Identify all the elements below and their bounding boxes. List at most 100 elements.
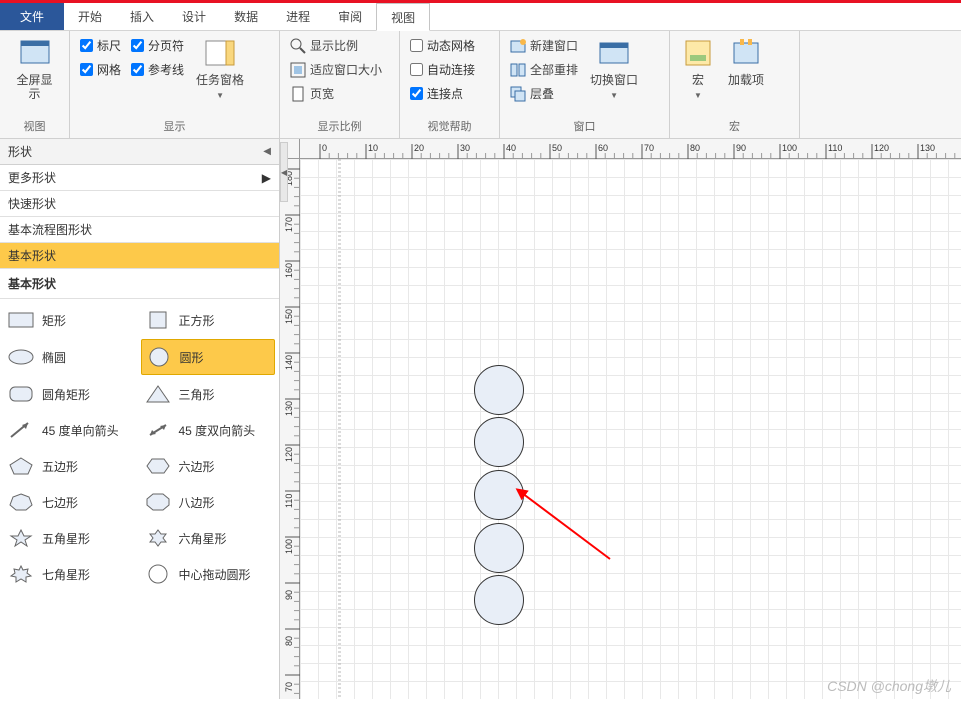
fullscreen-button[interactable]: 全屏显示	[8, 35, 61, 104]
octagon-icon	[145, 491, 171, 513]
checkbox-grid[interactable]: 网格	[78, 59, 123, 80]
shape-octagon[interactable]: 八边形	[141, 485, 276, 519]
checkbox-connpoints[interactable]: 连接点	[408, 83, 477, 104]
arrow-single-icon	[8, 419, 34, 441]
fit-icon	[290, 62, 306, 78]
svg-text:30: 30	[460, 143, 470, 153]
svg-text:130: 130	[920, 143, 935, 153]
tab-insert[interactable]: 插入	[116, 3, 168, 30]
page-width-button[interactable]: 页宽	[288, 83, 384, 104]
tab-process[interactable]: 进程	[272, 3, 324, 30]
heptagon-icon	[8, 491, 34, 513]
page-edge	[338, 159, 341, 699]
ribbon-tabs: 文件 开始 插入 设计 数据 进程 审阅 视图	[0, 3, 961, 31]
taskpane-icon	[204, 37, 236, 69]
dropdown-icon: ▼	[216, 91, 224, 101]
sidebar-item-basicshapes[interactable]: 基本形状	[0, 243, 279, 269]
svg-text:80: 80	[284, 636, 294, 646]
triangle-icon	[145, 383, 171, 405]
svg-text:120: 120	[284, 447, 294, 462]
square-icon	[145, 309, 171, 331]
sidebar-item-quickshapes[interactable]: 快速形状	[0, 191, 279, 217]
canvas-shape-circle-1[interactable]	[474, 365, 524, 415]
shape-pentagon[interactable]: 五边形	[4, 449, 139, 483]
shape-square[interactable]: 正方形	[141, 303, 276, 337]
addins-icon	[730, 37, 762, 69]
tab-design[interactable]: 设计	[168, 3, 220, 30]
checkbox-guides[interactable]: 参考线	[129, 59, 186, 80]
arrange-all-button[interactable]: 全部重排	[508, 59, 580, 80]
switch-window-button[interactable]: 切换窗口 ▼	[586, 35, 642, 103]
taskpane-button[interactable]: 任务窗格 ▼	[192, 35, 248, 103]
sidebar-item-moreshapes[interactable]: 更多形状 ▶	[0, 165, 279, 191]
svg-text:110: 110	[828, 143, 842, 153]
checkbox-pagebreaks[interactable]: 分页符	[129, 35, 186, 56]
chevron-left-icon: ◀	[263, 139, 271, 165]
shape-triangle[interactable]: 三角形	[141, 377, 276, 411]
sidebar-item-flowchart[interactable]: 基本流程图形状	[0, 217, 279, 243]
panel-collapse-handle[interactable]: ◀	[280, 142, 288, 202]
group-label-show: 显示	[78, 118, 271, 134]
new-window-button[interactable]: 新建窗口	[508, 35, 580, 56]
tab-view[interactable]: 视图	[376, 3, 430, 31]
shapes-panel-title: 形状	[8, 139, 32, 165]
pagewidth-icon	[290, 86, 306, 102]
shape-circle[interactable]: 圆形	[141, 339, 276, 375]
svg-text:90: 90	[736, 143, 746, 153]
svg-text:50: 50	[552, 143, 562, 153]
shape-roundrect[interactable]: 圆角矩形	[4, 377, 139, 411]
svg-text:20: 20	[414, 143, 424, 153]
cascade-button[interactable]: 层叠	[508, 83, 580, 104]
group-label-visualhelp: 视觉帮助	[408, 118, 491, 134]
shape-arrow-45-single[interactable]: 45 度单向箭头	[4, 413, 139, 447]
macros-button[interactable]: 宏 ▼	[678, 35, 718, 103]
shape-star5[interactable]: 五角星形	[4, 521, 139, 555]
svg-text:70: 70	[284, 682, 294, 692]
ruler-horizontal: 0102030405060708090100110120130140	[300, 139, 961, 159]
addins-button[interactable]: 加载项	[724, 35, 768, 89]
canvas-shape-circle-2[interactable]	[474, 417, 524, 467]
checkbox-autoconnect[interactable]: 自动连接	[408, 59, 477, 80]
magnifier-icon	[290, 38, 306, 54]
star7-icon	[8, 563, 34, 585]
checkbox-dynamicgrid[interactable]: 动态网格	[408, 35, 477, 56]
shape-heptagon[interactable]: 七边形	[4, 485, 139, 519]
tab-review[interactable]: 审阅	[324, 3, 376, 30]
svg-text:140: 140	[284, 355, 294, 370]
svg-text:10: 10	[368, 143, 378, 153]
shape-arrow-45-double[interactable]: 45 度双向箭头	[141, 413, 276, 447]
group-label-zoom: 显示比例	[288, 118, 391, 134]
star6-icon	[145, 527, 171, 549]
shape-ellipse[interactable]: 椭圆	[4, 339, 139, 375]
switchwin-icon	[598, 37, 630, 69]
svg-text:0: 0	[322, 143, 327, 153]
zoom-ratio-button[interactable]: 显示比例	[288, 35, 384, 56]
shape-hexagon[interactable]: 六边形	[141, 449, 276, 483]
shape-star7[interactable]: 七角星形	[4, 557, 139, 591]
svg-text:100: 100	[284, 539, 294, 554]
shapes-section-title: 基本形状	[0, 269, 279, 299]
tab-data[interactable]: 数据	[220, 3, 272, 30]
fit-window-button[interactable]: 适应窗口大小	[288, 59, 384, 80]
tab-file[interactable]: 文件	[0, 3, 64, 30]
shape-rectangle[interactable]: 矩形	[4, 303, 139, 337]
watermark: CSDN @chong墩儿	[827, 676, 951, 696]
shape-star6[interactable]: 六角星形	[141, 521, 276, 555]
centercircle-icon	[145, 563, 171, 585]
checkbox-ruler[interactable]: 标尺	[78, 35, 123, 56]
group-label-view: 视图	[8, 118, 61, 134]
group-label-window: 窗口	[508, 118, 661, 134]
shapes-panel-header[interactable]: 形状 ◀	[0, 139, 279, 165]
drawing-surface[interactable]	[300, 159, 961, 699]
shape-centerdrag-circle[interactable]: 中心拖动圆形	[141, 557, 276, 591]
canvas-area[interactable]: 0102030405060708090100110120130140 18017…	[280, 139, 961, 699]
svg-text:150: 150	[284, 309, 294, 324]
tab-home[interactable]: 开始	[64, 3, 116, 30]
svg-text:90: 90	[284, 590, 294, 600]
annotation-arrow	[510, 479, 630, 579]
svg-text:70: 70	[644, 143, 654, 153]
canvas-shape-circle-5[interactable]	[474, 575, 524, 625]
macros-icon	[682, 37, 714, 69]
chevron-right-icon: ▶	[262, 165, 271, 191]
circle-icon	[146, 346, 172, 368]
